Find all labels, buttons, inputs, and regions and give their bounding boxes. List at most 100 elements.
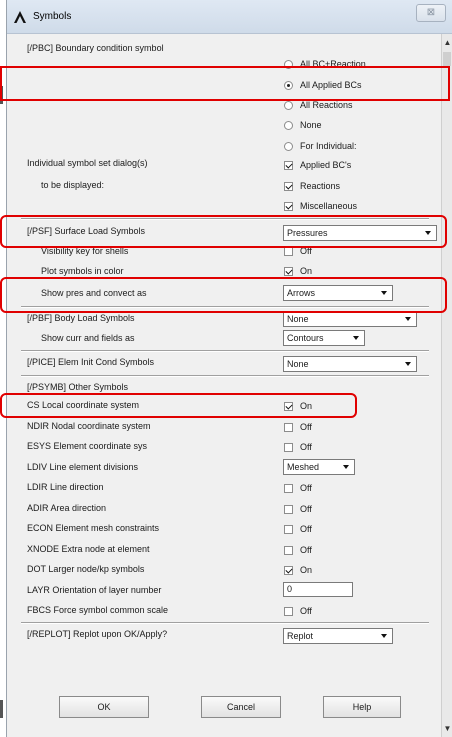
checkbox-checked-icon [284, 267, 293, 276]
ldir-checkbox[interactable]: Off [284, 483, 312, 494]
fbcs-label: FBCS Force symbol common scale [27, 605, 169, 615]
checkbox-checked-icon [284, 182, 293, 191]
dropdown-arrow-icon [425, 231, 431, 235]
checkbox-icon [284, 484, 293, 493]
checkbox-label: Off [300, 606, 312, 616]
separator [21, 306, 429, 308]
psymb-label: [/PSYMB] Other Symbols [27, 382, 129, 392]
cs-label: CS Local coordinate system [27, 400, 140, 410]
checkbox-label: Off [300, 422, 312, 432]
separator [21, 350, 429, 352]
dropdown-arrow-icon [353, 336, 359, 340]
pbc-option-all-applied-bcs[interactable]: All Applied BCs [284, 80, 362, 91]
pbc-option-for-individual[interactable]: For Individual: [284, 141, 357, 152]
select-value: Arrows [287, 288, 316, 298]
xnode-checkbox[interactable]: Off [284, 545, 312, 556]
checkbox-icon [284, 546, 293, 555]
pres-label: Show pres and convect as [41, 288, 147, 298]
checkbox-label: On [300, 266, 313, 276]
replot-select[interactable]: Replot [283, 628, 393, 644]
window-title: Symbols [33, 11, 72, 22]
select-value: None [287, 314, 309, 324]
curr-select[interactable]: Contours [283, 330, 365, 346]
scroll-down-arrow-icon[interactable]: ▼ [443, 724, 452, 734]
checkbox-checked-icon [284, 566, 293, 575]
pice-label: [/PICE] Elem Init Cond Symbols [27, 357, 155, 367]
title-bar[interactable]: Symbols ⊠ [7, 0, 452, 34]
shells-checkbox[interactable]: Off [284, 246, 312, 257]
esys-label: ESYS Element coordinate sys [27, 441, 148, 451]
esys-checkbox[interactable]: Off [284, 442, 312, 453]
checkbox-label: Reactions [300, 181, 341, 191]
close-button[interactable]: ⊠ [416, 4, 446, 22]
xnode-label: XNODE Extra node at element [27, 544, 150, 554]
dropdown-arrow-icon [381, 634, 387, 638]
shells-label: Visibility key for shells [41, 246, 129, 256]
radio-icon [284, 101, 293, 110]
checkbox-icon [284, 525, 293, 534]
adir-label: ADIR Area direction [27, 503, 107, 513]
fbcs-checkbox[interactable]: Off [284, 606, 312, 617]
cancel-button[interactable]: Cancel [201, 696, 281, 718]
checkbox-label: On [300, 565, 313, 575]
layr-input[interactable]: 0 [283, 582, 353, 597]
pbf-select[interactable]: None [283, 311, 417, 327]
checkbox-label: Off [300, 483, 312, 493]
color-checkbox[interactable]: On [284, 266, 312, 277]
ldir-label: LDIR Line direction [27, 482, 104, 492]
pice-select[interactable]: None [283, 356, 417, 372]
background-window-edge [0, 700, 3, 718]
option-label: None [300, 120, 322, 130]
ok-button[interactable]: OK [59, 696, 149, 718]
select-value: Contours [287, 333, 324, 343]
radio-selected-icon [284, 81, 293, 90]
radio-icon [284, 121, 293, 130]
scroll-thumb[interactable] [443, 52, 451, 66]
checkbox-icon [284, 607, 293, 616]
checkbox-label: Applied BC's [300, 160, 352, 170]
option-label: All Reactions [300, 100, 353, 110]
checkbox-label: Off [300, 545, 312, 555]
pbc-option-none[interactable]: None [284, 120, 322, 131]
pbc-option-all-bc-reaction[interactable]: All BC+Reaction [284, 59, 366, 70]
dot-checkbox[interactable]: On [284, 565, 312, 576]
dot-label: DOT Larger node/kp symbols [27, 564, 145, 574]
ndir-checkbox[interactable]: Off [284, 422, 312, 433]
option-label: All Applied BCs [300, 80, 362, 90]
pbc-label: [/PBC] Boundary condition symbol [27, 43, 164, 53]
ldiv-label: LDIV Line element divisions [27, 462, 139, 472]
select-value: Meshed [287, 462, 320, 472]
check-reactions[interactable]: Reactions [284, 181, 340, 192]
dropdown-arrow-icon [405, 362, 411, 366]
checkbox-label: Off [300, 442, 312, 452]
psf-label: [/PSF] Surface Load Symbols [27, 226, 146, 236]
option-label: For Individual: [300, 141, 357, 151]
checkbox-icon [284, 423, 293, 432]
econ-label: ECON Element mesh constraints [27, 523, 160, 533]
ldiv-select[interactable]: Meshed [283, 459, 355, 475]
select-value: Pressures [287, 228, 328, 238]
help-button[interactable]: Help [323, 696, 401, 718]
separator [21, 375, 429, 377]
pbc-option-all-reactions[interactable]: All Reactions [284, 100, 353, 111]
option-label: All BC+Reaction [300, 59, 366, 69]
color-label: Plot symbols in color [41, 266, 124, 276]
psf-select[interactable]: Pressures [283, 225, 437, 241]
checkbox-icon [284, 247, 293, 256]
cs-checkbox[interactable]: On [284, 401, 312, 412]
check-applied-bcs[interactable]: Applied BC's [284, 160, 351, 171]
checkbox-checked-icon [284, 161, 293, 170]
ansys-logo-icon [14, 11, 26, 23]
separator [21, 622, 429, 624]
symbols-dialog: Symbols ⊠ ▲ ▼ [/PBC] Boundary condition … [6, 0, 452, 737]
to-be-displayed-label: to be displayed: [41, 180, 105, 190]
check-miscellaneous[interactable]: Miscellaneous [284, 201, 357, 212]
pres-select[interactable]: Arrows [283, 285, 393, 301]
vertical-scrollbar[interactable]: ▲ ▼ [441, 34, 452, 737]
econ-checkbox[interactable]: Off [284, 524, 312, 535]
adir-checkbox[interactable]: Off [284, 504, 312, 515]
scroll-up-arrow-icon[interactable]: ▲ [443, 38, 452, 48]
checkbox-checked-icon [284, 202, 293, 211]
checkbox-label: Off [300, 504, 312, 514]
checkbox-icon [284, 505, 293, 514]
